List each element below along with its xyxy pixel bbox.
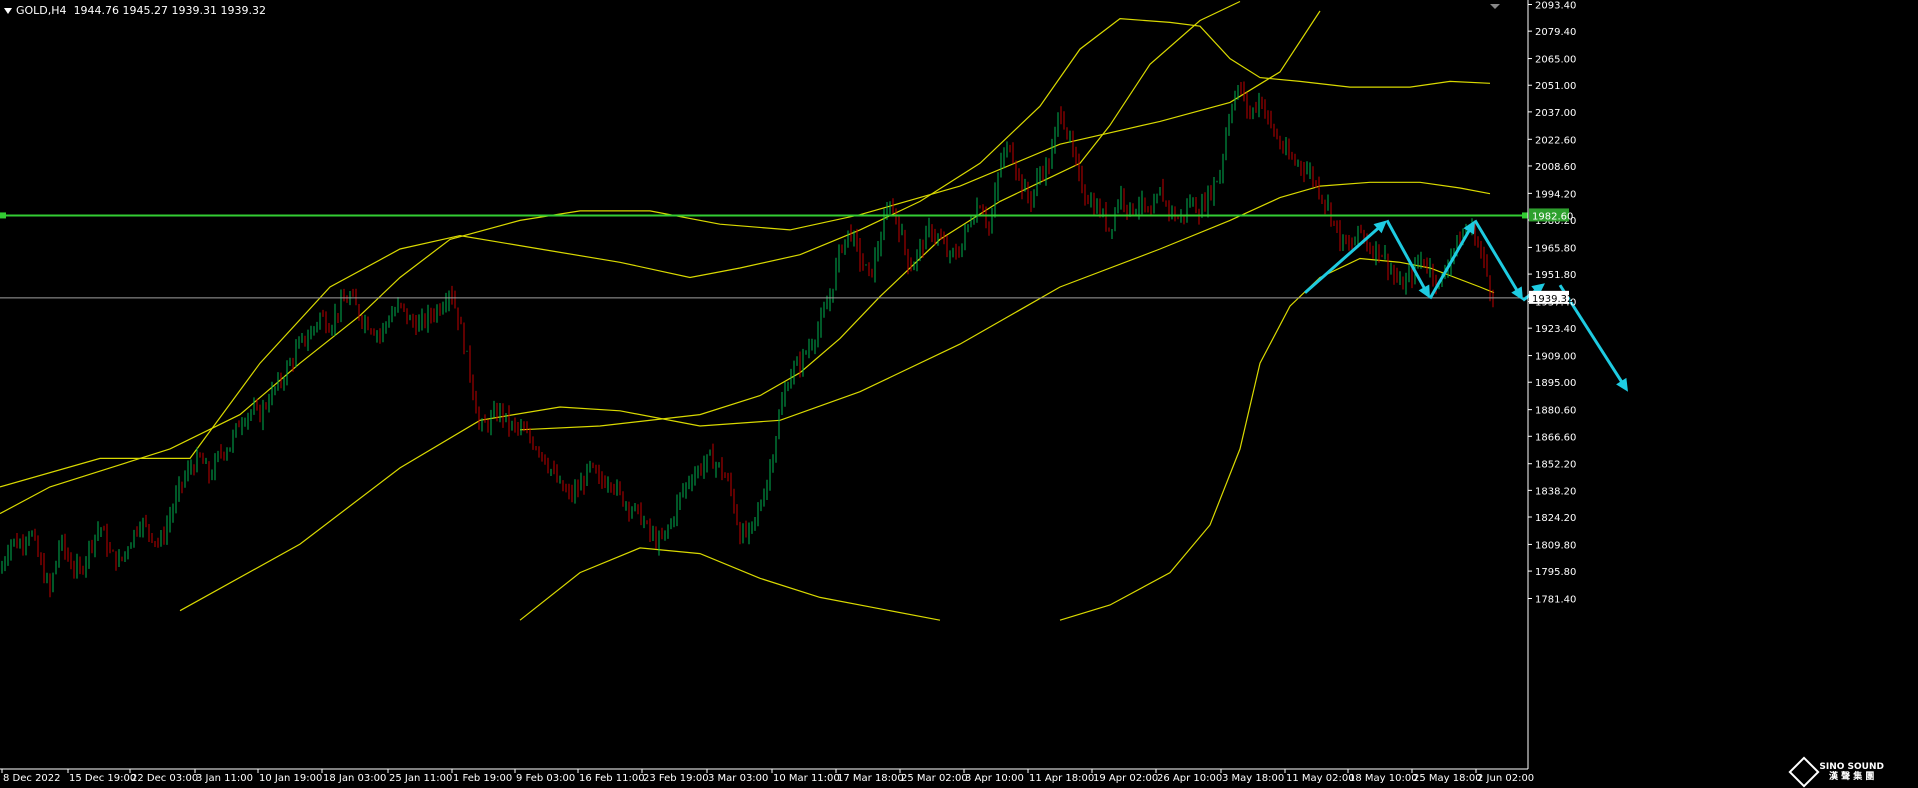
x-tick-label: 18 Jan 03:00 (323, 773, 386, 784)
level-handle-right (1522, 212, 1528, 219)
y-tick-label: 1781.40 (1535, 595, 1576, 606)
logo-line-2: 漢 聲 集 團 (1829, 772, 1875, 782)
level-label: 1982.60 (1532, 211, 1573, 222)
sino-sound-logo: SINO SOUND 漢 聲 集 團 (1788, 756, 1884, 788)
x-tick-label: 19 Apr 02:00 (1093, 773, 1158, 784)
x-tick-label: 1 Feb 19:00 (453, 773, 512, 784)
y-tick-label: 2051.00 (1535, 81, 1576, 92)
y-tick-label: 1866.60 (1535, 432, 1576, 443)
y-tick-label: 1824.20 (1535, 513, 1576, 524)
x-tick-label: 17 Mar 18:00 (837, 773, 904, 784)
y-tick-label: 2008.60 (1535, 162, 1576, 173)
y-tick-label: 1909.00 (1535, 352, 1576, 363)
x-tick-label: 9 Feb 03:00 (516, 773, 575, 784)
ohlc-values: 1944.76 1945.27 1939.31 1939.32 (73, 4, 267, 17)
x-tick-label: 25 Jan 11:00 (389, 773, 452, 784)
x-tick-label: 8 Dec 2022 (3, 773, 61, 784)
y-tick-label: 2079.40 (1535, 27, 1576, 38)
y-tick-label: 1994.20 (1535, 189, 1576, 200)
price-chart[interactable]: 2093.40 2079.40 2065.00 2051.00 2037.00 2022.… (0, 0, 1918, 787)
y-tick-label: 1923.40 (1535, 324, 1576, 335)
y-tick-label: 1951.80 (1535, 270, 1576, 281)
x-tick-label: 10 Jan 19:00 (259, 773, 322, 784)
x-tick-label: 3 Apr 10:00 (965, 773, 1024, 784)
x-tick-label: 18 May 10:00 (1349, 773, 1418, 784)
y-tick-label: 2065.00 (1535, 55, 1576, 66)
x-tick-label: 16 Feb 11:00 (579, 773, 645, 784)
x-tick-label: 15 Dec 19:00 (69, 773, 136, 784)
x-tick-label: 3 Mar 03:00 (708, 773, 768, 784)
x-tick-label: 2 Jun 02:00 (1477, 773, 1534, 784)
level-handle-left (0, 212, 6, 219)
x-tick-label: 10 Mar 11:00 (773, 773, 840, 784)
x-tick-label: 25 Mar 02:00 (901, 773, 968, 784)
y-tick-label: 1895.00 (1535, 378, 1576, 389)
x-tick-label: 23 Feb 19:00 (643, 773, 709, 784)
logo-text: SINO SOUND 漢 聲 集 團 (1819, 762, 1884, 782)
chart-header: GOLD,H4 1944.76 1945.27 1939.31 1939.32 (4, 4, 266, 17)
dropdown-arrow-icon[interactable] (4, 8, 12, 14)
x-tick-label: 3 Jan 11:00 (196, 773, 253, 784)
y-tick-label: 1795.80 (1535, 567, 1576, 578)
x-tick-label: 11 Apr 18:00 (1029, 773, 1094, 784)
symbol-label: GOLD,H4 (16, 4, 67, 17)
y-tick-label: 1965.80 (1535, 243, 1576, 254)
x-tick-label: 26 Apr 10:00 (1157, 773, 1222, 784)
y-tick-label: 2093.40 (1535, 1, 1576, 12)
logo-line-1: SINO SOUND (1819, 762, 1884, 772)
y-tick-label: 2022.60 (1535, 135, 1576, 146)
y-tick-label: 1880.60 (1535, 406, 1576, 417)
price-label: 1939.32 (1532, 294, 1573, 305)
x-tick-label: 22 Dec 03:00 (131, 773, 198, 784)
x-tick-label: 25 May 18:00 (1413, 773, 1482, 784)
logo-diamond-icon (1788, 756, 1820, 788)
y-tick-label: 2037.00 (1535, 108, 1576, 119)
y-tick-label: 1852.20 (1535, 460, 1576, 471)
x-tick-label: 3 May 18:00 (1222, 773, 1284, 784)
y-tick-label: 1838.20 (1535, 486, 1576, 497)
x-tick-label: 11 May 02:00 (1286, 773, 1355, 784)
chart-shift-icon[interactable] (1490, 4, 1500, 9)
y-tick-label: 1809.80 (1535, 540, 1576, 551)
